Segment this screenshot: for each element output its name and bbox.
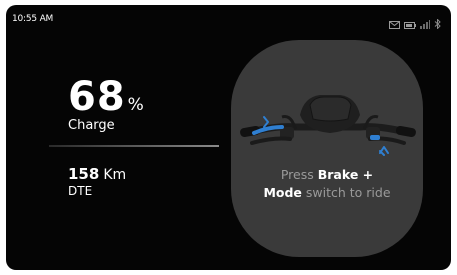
charge-label: Charge	[68, 118, 115, 133]
status-icons	[389, 14, 441, 33]
ride-hint-text: Press Brake + Mode switch to ride	[231, 166, 423, 202]
signal-icon	[420, 14, 430, 33]
status-bar: 10:55 AM	[6, 5, 451, 30]
clock: 10:55 AM	[12, 14, 54, 24]
dte-value: 158	[68, 165, 100, 183]
handlebar-illustration	[238, 67, 418, 161]
bluetooth-icon	[434, 14, 441, 33]
dte-label: DTE	[68, 184, 93, 198]
hint-mode: Mode	[263, 185, 302, 200]
ride-hint-card: Press Brake + Mode switch to ride	[231, 40, 423, 257]
battery-icon	[404, 14, 416, 33]
charge-unit: %	[127, 95, 144, 115]
ride-display-screen: 10:55 AM 68 % Charge 158 Km DTE Press Br…	[6, 5, 451, 270]
charge-readout: 68 % Charge	[68, 74, 144, 133]
hint-post: switch to ride	[301, 185, 391, 200]
hint-brake: Brake +	[317, 167, 374, 182]
dte-readout: 158 Km DTE	[68, 165, 126, 198]
hint-pre: Press	[280, 167, 318, 182]
mail-icon	[389, 14, 400, 33]
charge-value: 68	[68, 74, 126, 120]
divider	[49, 145, 219, 147]
dte-unit: Km	[103, 167, 127, 183]
